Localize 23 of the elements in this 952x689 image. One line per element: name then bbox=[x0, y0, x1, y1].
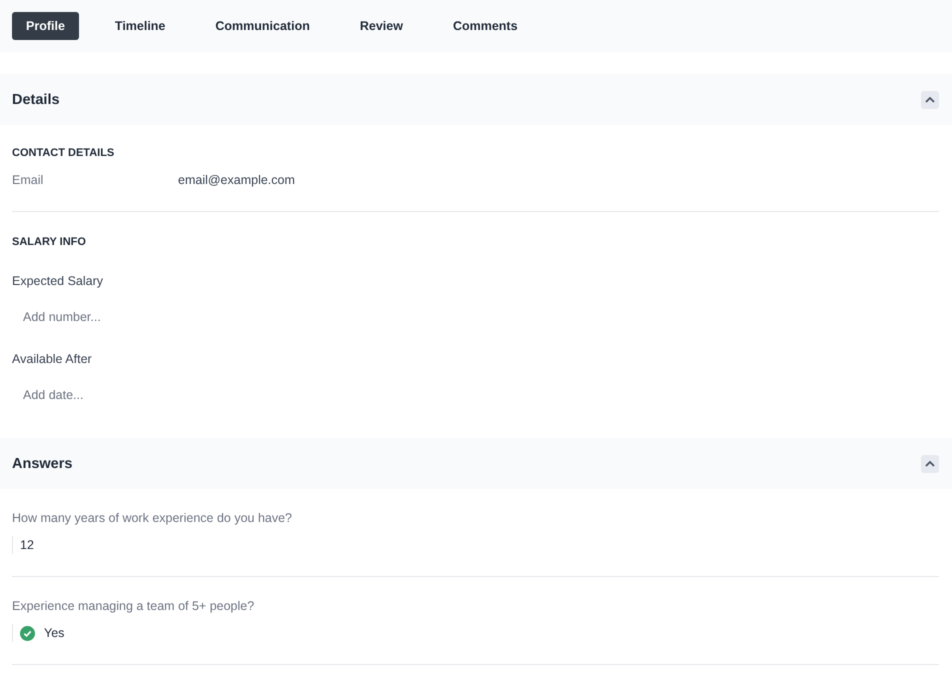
question-text: Experience managing a team of 5+ people? bbox=[12, 599, 256, 613]
answer-value: 12 bbox=[20, 538, 34, 552]
section-title: Answers bbox=[12, 456, 72, 472]
group-heading: CONTACT DETAILS bbox=[12, 147, 116, 159]
section-title: Details bbox=[12, 92, 60, 108]
field-label: Available After bbox=[12, 352, 93, 366]
chevron-up-icon bbox=[925, 460, 935, 466]
field-label: Expected Salary bbox=[12, 274, 104, 288]
question-text: How many years of work experience do you have? bbox=[12, 511, 294, 525]
tab[interactable]: Review bbox=[346, 12, 417, 40]
tab[interactable]: Comments bbox=[438, 12, 532, 40]
tab[interactable]: Profile bbox=[12, 12, 79, 40]
chevron-up-icon bbox=[925, 96, 935, 102]
field-label: Email bbox=[12, 173, 44, 187]
input-field[interactable]: Add number... bbox=[12, 308, 334, 326]
answer-value: Yes bbox=[44, 626, 64, 640]
tab[interactable]: Timeline bbox=[100, 12, 180, 40]
collapse-button[interactable] bbox=[921, 90, 939, 108]
group-heading: SALARY INFO bbox=[12, 236, 87, 248]
collapse-button[interactable] bbox=[921, 454, 939, 472]
input-field[interactable]: Add date... bbox=[12, 386, 334, 404]
field-value: email@example.com bbox=[178, 173, 295, 187]
tab[interactable]: Communication bbox=[201, 12, 324, 40]
